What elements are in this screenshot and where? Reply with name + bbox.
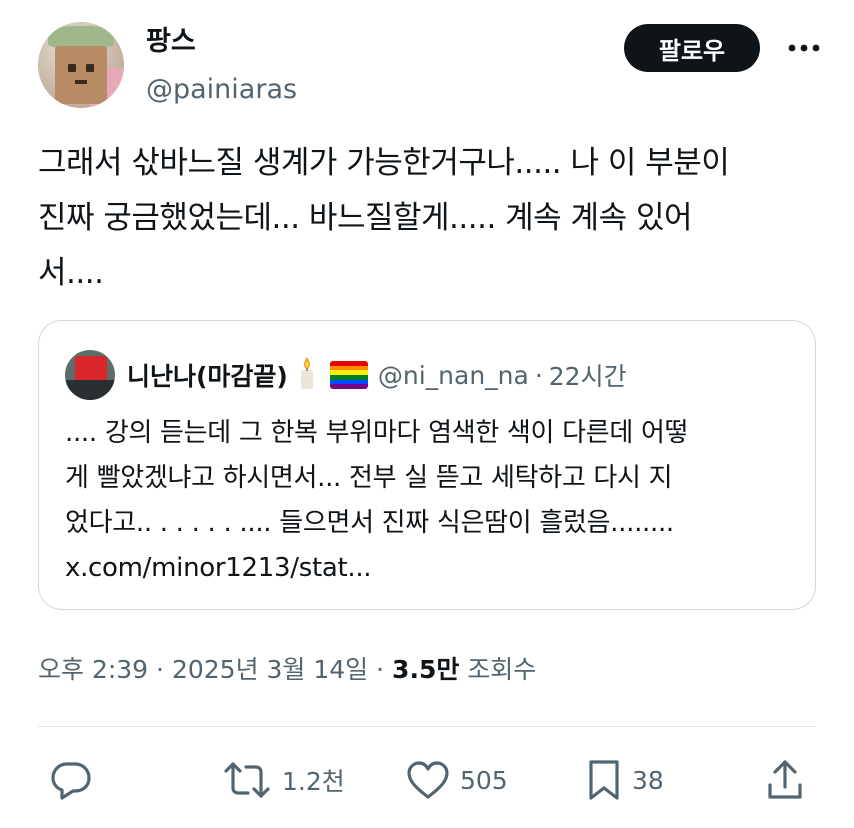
author-display-name[interactable]: 팡스 bbox=[146, 24, 297, 60]
quoted-tweet-header: 니난나(마감끝) @ni_nan_na · 22시간 bbox=[65, 349, 627, 401]
author-names: 팡스 @painiaras bbox=[146, 24, 297, 108]
quoted-timestamp[interactable]: 22시간 bbox=[549, 357, 627, 393]
reply-button[interactable] bbox=[50, 752, 92, 808]
quoted-tweet[interactable]: 니난나(마감끝) @ni_nan_na · 22시간 .... 강의 듣는데 그… bbox=[38, 320, 816, 610]
candle-emoji-icon bbox=[296, 356, 318, 394]
quoted-handle: @ni_nan_na bbox=[377, 360, 529, 390]
like-count: 505 bbox=[460, 765, 508, 795]
retweet-count: 1.2천 bbox=[282, 767, 345, 796]
tweet-time[interactable]: 오후 2:39 bbox=[38, 655, 148, 684]
tweet-text: 그래서 삯바느질 생계가 가능한거구나..... 나 이 부분이 진짜 궁금했었… bbox=[38, 145, 730, 291]
rainbow-flag-icon bbox=[329, 361, 368, 389]
meta-separator: · bbox=[156, 655, 164, 684]
bookmark-icon bbox=[586, 759, 622, 801]
share-icon bbox=[766, 759, 804, 801]
tweet-date[interactable]: 2025년 3월 14일 bbox=[172, 655, 368, 684]
divider bbox=[38, 726, 816, 727]
quoted-separator: · bbox=[534, 360, 543, 390]
retweet-button[interactable]: 1.2천 bbox=[222, 752, 345, 808]
reply-icon bbox=[50, 760, 92, 800]
meta-separator: · bbox=[376, 655, 385, 684]
tweet-header: 팡스 @painiaras 팔로우 bbox=[38, 22, 824, 108]
avatar-icon[interactable] bbox=[38, 22, 124, 108]
bookmark-count: 38 bbox=[632, 765, 664, 795]
views-label: 조회수 bbox=[467, 655, 537, 684]
views-count: 3.5만 bbox=[392, 655, 460, 684]
follow-button[interactable]: 팔로우 bbox=[624, 24, 760, 72]
retweet-icon bbox=[222, 760, 272, 800]
like-button[interactable]: 505 bbox=[406, 752, 508, 808]
share-button[interactable] bbox=[766, 752, 804, 808]
action-bar: 1.2천 505 38 bbox=[38, 752, 816, 808]
quoted-display-name: 니난나(마감끝) bbox=[127, 362, 288, 391]
heart-icon bbox=[406, 760, 450, 800]
quoted-tweet-text: .... 강의 듣는데 그 한복 부위마다 염색한 색이 다른데 어떻 게 빨았… bbox=[65, 418, 689, 583]
more-horizontal-icon[interactable] bbox=[784, 34, 824, 62]
quoted-avatar-icon bbox=[65, 350, 115, 400]
tweet-meta: 오후 2:39 · 2025년 3월 14일 · 3.5만 조회수 bbox=[38, 650, 536, 686]
author-handle[interactable]: @painiaras bbox=[146, 72, 297, 108]
bookmark-button[interactable]: 38 bbox=[586, 752, 664, 808]
